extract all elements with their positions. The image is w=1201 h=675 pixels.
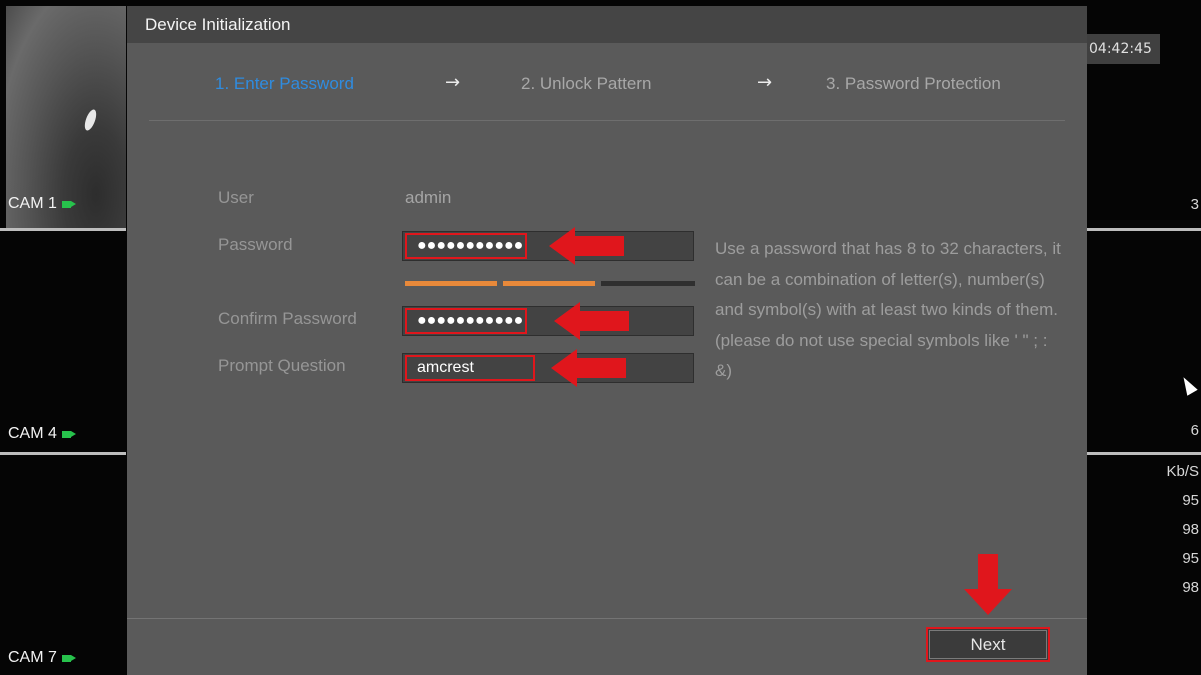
password-label: Password <box>218 235 293 254</box>
bitrate-unit: Kb/S <box>1166 463 1199 480</box>
password-strength-segment-2 <box>503 281 595 286</box>
cam4-name: CAM 4 <box>8 425 57 442</box>
password-field[interactable]: ●●●●●●●●●●● <box>402 231 694 261</box>
cam4-label: CAM 4 <box>8 425 71 443</box>
password-strength-segment-3 <box>601 281 695 286</box>
next-button-label: Next <box>929 630 1047 659</box>
password-strength-segment-1 <box>405 281 497 286</box>
cam7-name: CAM 7 <box>8 649 57 666</box>
confirm-password-field[interactable]: ●●●●●●●●●●● <box>402 306 694 336</box>
password-value: ●●●●●●●●●●● <box>405 233 527 259</box>
grid-divider-2 <box>0 452 126 455</box>
cam1-label: CAM 1 <box>8 195 71 213</box>
cam1-light-spot <box>82 108 99 132</box>
step-arrow-icon: → <box>757 72 773 93</box>
step-enter-password: 1. Enter Password <box>215 74 354 93</box>
step-arrow-icon: → <box>445 72 461 93</box>
prompt-question-label: Prompt Question <box>218 356 346 375</box>
next-button[interactable]: Next <box>926 627 1050 662</box>
camera-record-icon <box>61 200 71 208</box>
device-initialization-dialog: Device Initialization 1. Enter Password … <box>127 6 1087 675</box>
camera-record-icon <box>61 654 71 662</box>
video-timestamp: 04:42:45 <box>1086 34 1160 64</box>
prompt-question-field[interactable]: amcrest <box>402 353 694 383</box>
confirm-password-label: Confirm Password <box>218 309 357 328</box>
step-password-protection: 3. Password Protection <box>826 74 1001 93</box>
right-channel-number: 3 <box>1190 196 1199 213</box>
confirm-password-value: ●●●●●●●●●●● <box>405 308 527 334</box>
footer-divider <box>127 618 1087 619</box>
grid-divider-right-2 <box>1087 452 1201 455</box>
cam1-name: CAM 1 <box>8 195 57 212</box>
dialog-title: Device Initialization <box>127 6 1087 43</box>
bitrate-value: 95 <box>1182 550 1199 567</box>
step-unlock-pattern: 2. Unlock Pattern <box>521 74 652 93</box>
cam7-label: CAM 7 <box>8 649 71 667</box>
bitrate-value: 95 <box>1182 492 1199 509</box>
prompt-question-value: amcrest <box>405 355 535 381</box>
user-label: User <box>218 188 254 207</box>
mouse-cursor-icon <box>1178 374 1198 396</box>
grid-divider-right-1 <box>1087 228 1201 231</box>
bitrate-value: 98 <box>1182 579 1199 596</box>
steps-divider <box>149 120 1065 121</box>
user-value: admin <box>405 188 452 207</box>
right-channel-number: 6 <box>1190 422 1199 439</box>
bitrate-value: 98 <box>1182 521 1199 538</box>
password-help-text: Use a password that has 8 to 32 characte… <box>715 239 1061 381</box>
camera-record-icon <box>61 430 71 438</box>
grid-divider-1 <box>0 228 126 231</box>
